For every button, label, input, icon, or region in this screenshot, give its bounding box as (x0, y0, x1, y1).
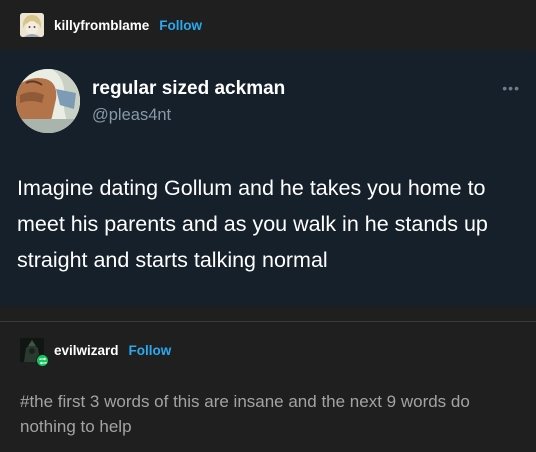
follow-button[interactable]: Follow (159, 18, 202, 33)
tweet-display-name[interactable]: regular sized ackman (92, 78, 285, 100)
reblog-icon (36, 354, 49, 367)
anime-avatar-icon[interactable] (20, 13, 44, 37)
ellipsis-icon[interactable]: ••• (502, 80, 520, 96)
post-tags[interactable]: #the first 3 words of this are insane an… (20, 389, 520, 439)
tweet-card: regular sized ackman @pleas4nt ••• Imagi… (0, 50, 536, 306)
post-header: killyfromblame Follow (0, 0, 536, 50)
post-author-username[interactable]: killyfromblame (54, 18, 149, 33)
divider (0, 321, 536, 322)
horse-avatar-icon[interactable] (16, 69, 80, 133)
follow-button-reblogger[interactable]: Follow (129, 343, 172, 358)
tweet-text: Imagine dating Gollum and he takes you h… (17, 176, 488, 272)
reblogger-username[interactable]: evilwizard (54, 343, 119, 358)
reblog-row: evilwizard Follow (20, 336, 172, 367)
tumblr-post: killyfromblame Follow regular sized ackm… (0, 0, 536, 452)
dark-avatar-icon[interactable] (20, 338, 49, 367)
tweet-handle[interactable]: @pleas4nt (92, 106, 171, 125)
